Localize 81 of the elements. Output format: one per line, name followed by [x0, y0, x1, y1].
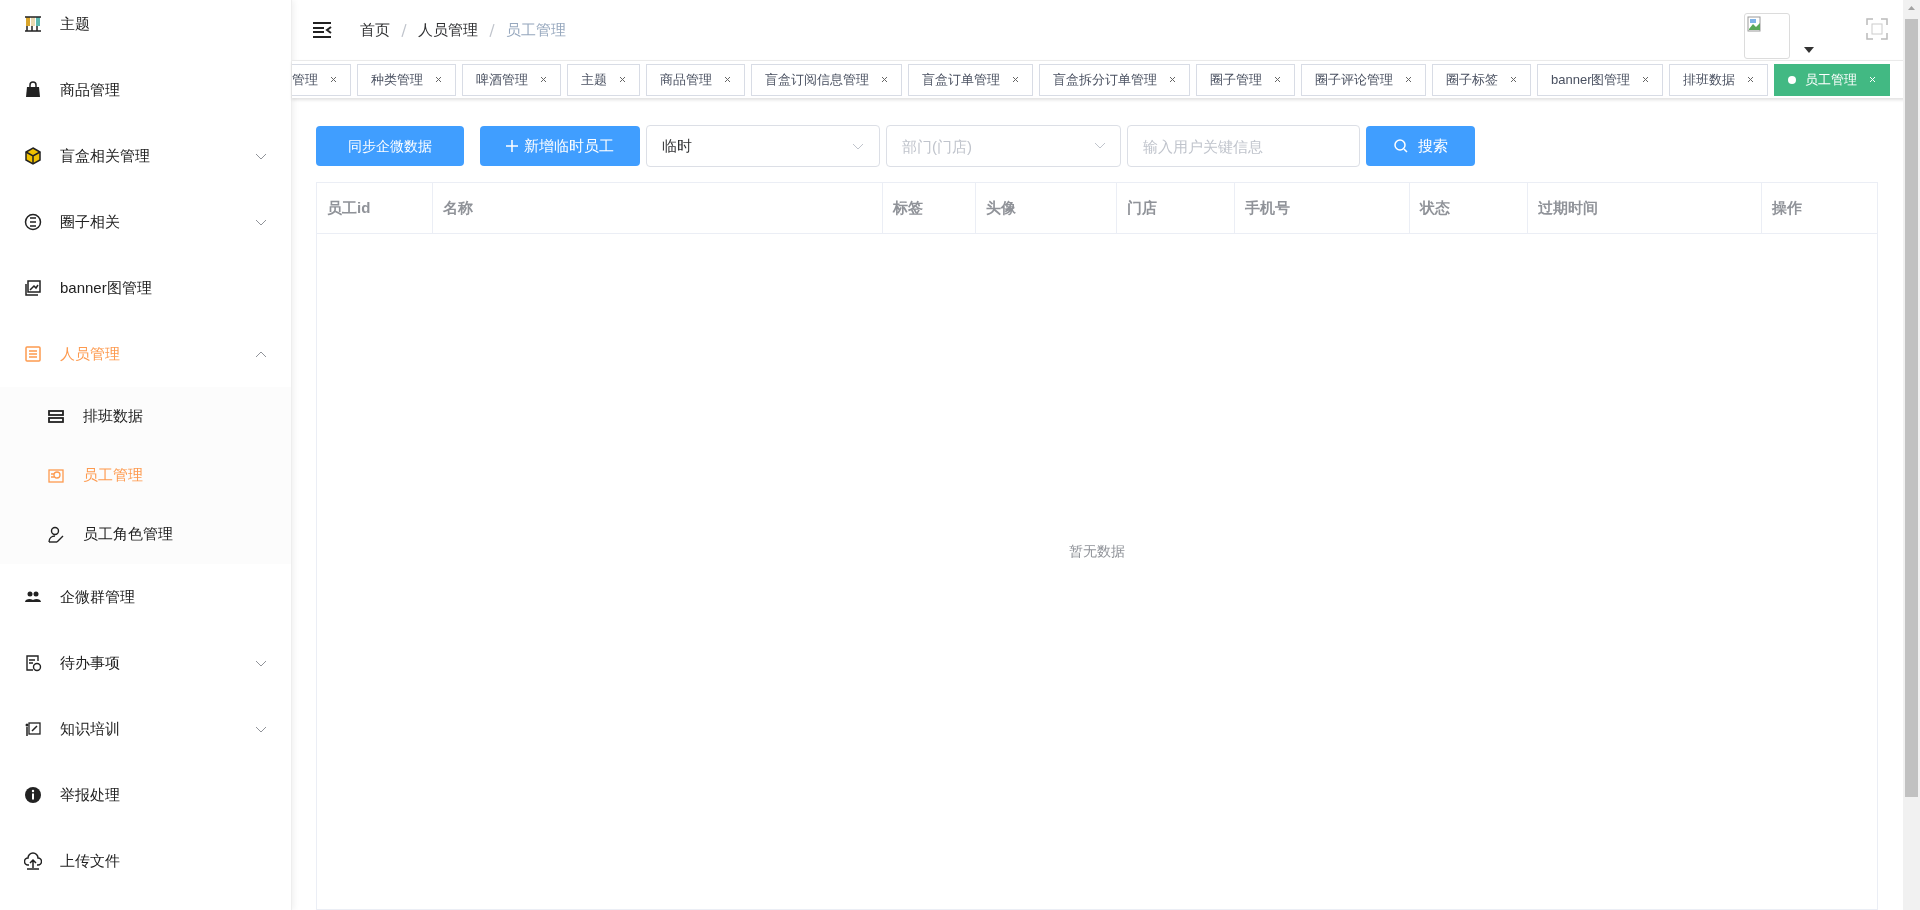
page-tab[interactable]: 商品管理 — [646, 63, 745, 96]
sidebar-item[interactable]: banner图管理 — [0, 255, 291, 321]
image-icon — [24, 279, 42, 297]
page-tab[interactable]: 排班数据 — [1669, 63, 1769, 96]
page-tab[interactable]: 种类管理 — [357, 63, 456, 96]
page-tab[interactable]: 盲盒订阅信息管理 — [751, 63, 902, 96]
empty-message: 暂无数据 — [1069, 542, 1125, 561]
close-icon[interactable] — [724, 76, 731, 83]
chevron-down-icon — [852, 142, 864, 150]
page-tab[interactable]: 管理 — [292, 63, 351, 96]
close-icon[interactable] — [1510, 76, 1517, 83]
stack-icon — [47, 407, 65, 426]
department-select[interactable]: 部门(门店) — [886, 125, 1121, 167]
breadcrumb-item: 员工管理 — [506, 19, 566, 40]
id-card-icon — [47, 466, 65, 485]
chevron-up-icon — [255, 350, 267, 358]
sidebar-item[interactable]: 盲盒相关管理 — [0, 123, 291, 189]
keyword-input[interactable]: 输入用户关键信息 — [1127, 125, 1360, 167]
sidebar-item[interactable]: 上传文件 — [0, 828, 291, 894]
column-header: 员工id — [327, 197, 371, 218]
sidebar-item[interactable]: 待办事项 — [0, 630, 291, 696]
page-tab[interactable]: 圈子标签 — [1432, 63, 1531, 96]
close-icon[interactable] — [540, 76, 547, 83]
list-circle-icon — [24, 213, 42, 231]
sidebar-item[interactable]: 企微群管理 — [0, 564, 291, 630]
page-tab[interactable]: 圈子管理 — [1196, 63, 1295, 96]
close-icon[interactable] — [1642, 76, 1650, 83]
column-header: 名称 — [443, 197, 473, 218]
close-icon[interactable] — [1012, 76, 1019, 83]
plus-icon — [506, 140, 518, 152]
chevron-down-icon — [255, 725, 267, 733]
close-icon[interactable] — [1169, 76, 1176, 83]
menu-fold-icon[interactable] — [312, 22, 332, 38]
document-icon — [24, 345, 42, 363]
column-header: 门店 — [1127, 197, 1157, 218]
column-header: 手机号 — [1245, 197, 1290, 218]
type-select[interactable]: 临时 — [646, 125, 880, 167]
search-icon — [1393, 139, 1408, 153]
breadcrumb-separator-icon — [489, 23, 495, 37]
sidebar-item[interactable]: 商品管理 — [0, 57, 291, 123]
close-icon[interactable] — [1405, 76, 1412, 83]
page-tab[interactable]: banner图管理 — [1537, 63, 1664, 96]
sidebar-item[interactable]: 主题 — [0, 0, 291, 57]
breadcrumb-item[interactable]: 人员管理 — [418, 18, 478, 42]
column-header: 头像 — [986, 197, 1016, 218]
sidebar-item[interactable]: 举报处理 — [0, 762, 291, 828]
close-icon[interactable] — [1747, 76, 1755, 83]
close-icon[interactable] — [1274, 76, 1281, 83]
page-tab[interactable]: 啤酒管理 — [462, 63, 561, 96]
clipboard-icon — [24, 654, 42, 672]
submenu-item[interactable]: 员工角色管理 — [0, 505, 291, 564]
bag-icon — [24, 81, 42, 99]
column-header: 标签 — [893, 197, 923, 218]
sidebar-item[interactable]: 知识培训 — [0, 696, 291, 762]
chevron-down-icon — [255, 218, 267, 226]
scrollbar[interactable] — [1903, 0, 1920, 910]
glasses-icon — [24, 15, 42, 33]
column-header: 过期时间 — [1538, 197, 1598, 218]
page-tab[interactable]: 盲盒订单管理 — [908, 63, 1033, 96]
chevron-down-icon — [255, 152, 267, 160]
whiteboard-icon — [24, 720, 42, 738]
column-header: 操作 — [1772, 197, 1802, 218]
page-tab[interactable]: 盲盒拆分订单管理 — [1039, 63, 1190, 96]
breadcrumb-item[interactable]: 首页 — [360, 18, 390, 42]
page-tab[interactable]: 圈子评论管理 — [1301, 63, 1426, 96]
column-header: 状态 — [1420, 197, 1450, 218]
close-icon[interactable] — [881, 76, 888, 83]
close-icon[interactable] — [619, 76, 626, 83]
cloud-upload-icon — [24, 852, 42, 870]
info-icon — [24, 786, 42, 804]
submenu-item[interactable]: 排班数据 — [0, 387, 291, 446]
chevron-down-icon — [1094, 142, 1106, 149]
close-icon[interactable] — [435, 76, 442, 83]
breadcrumb-separator-icon — [401, 23, 407, 37]
page-tab[interactable]: 主题 — [567, 63, 640, 96]
close-icon[interactable] — [330, 76, 337, 83]
cube-icon — [24, 147, 42, 165]
chevron-down-icon — [255, 659, 267, 667]
user-edit-icon — [47, 525, 65, 544]
sidebar-item[interactable]: 圈子相关 — [0, 189, 291, 255]
caret-icon[interactable] — [1804, 47, 1814, 53]
